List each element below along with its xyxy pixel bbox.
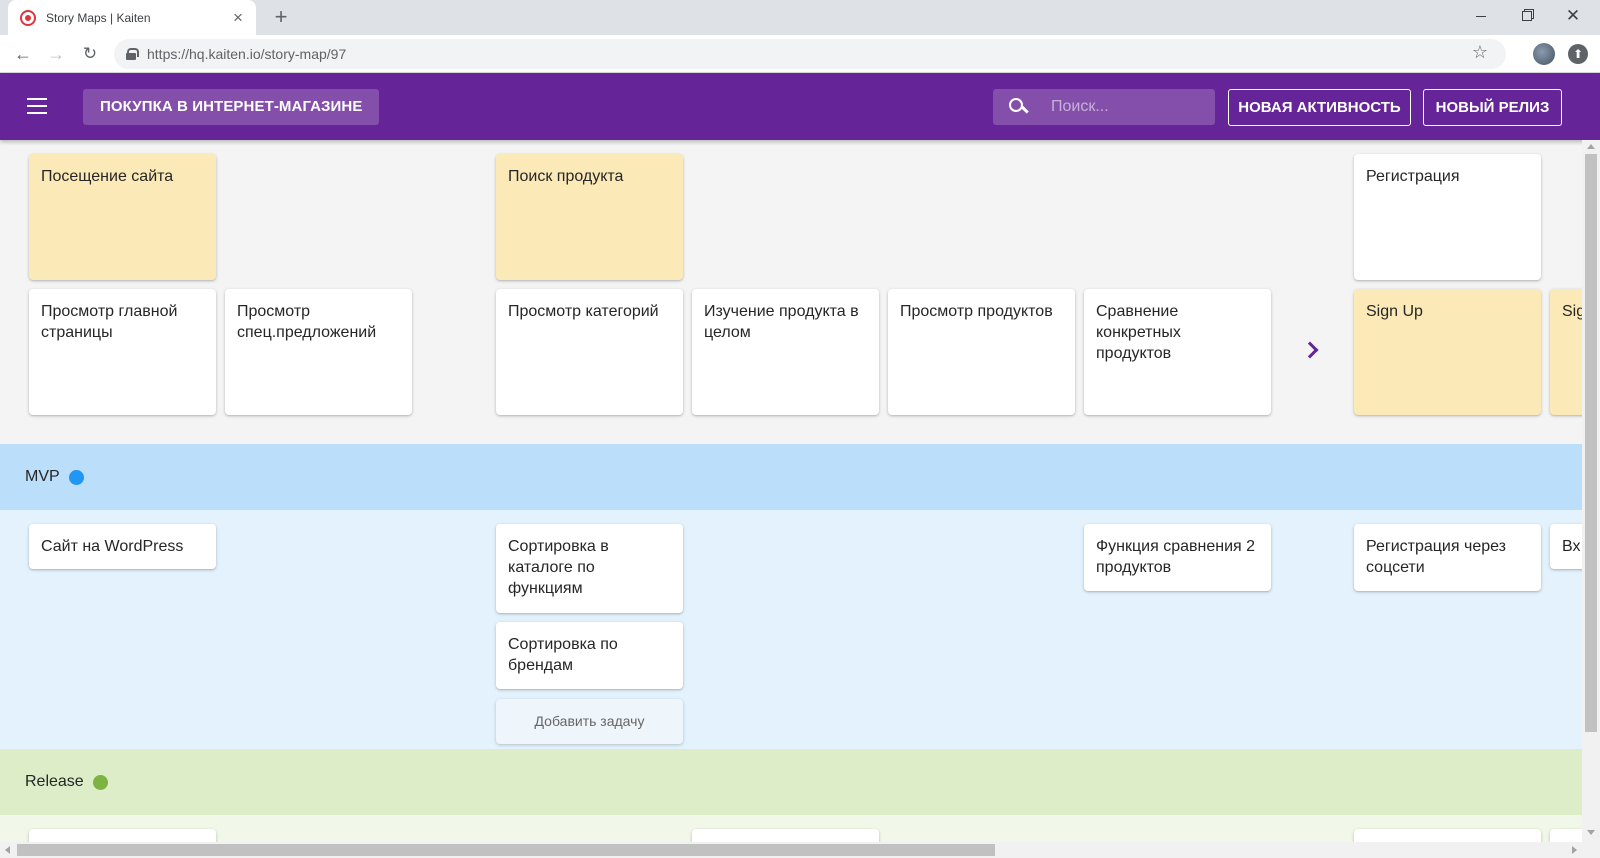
task-card[interactable] xyxy=(1354,829,1541,842)
story-map-title-button[interactable]: ПОКУПКА В ИНТЕРНЕТ-МАГАЗИНЕ xyxy=(83,89,380,125)
task-card[interactable]: Сортировка в каталоге по функциям xyxy=(496,524,683,613)
extension-icon[interactable]: ⬆ xyxy=(1568,44,1588,64)
activity-card[interactable]: Регистрация xyxy=(1354,154,1541,280)
step-card[interactable]: Изучение продукта в целом xyxy=(692,289,879,415)
step-card[interactable]: Sign Up xyxy=(1354,289,1541,415)
task-card[interactable]: Регистрация через соцсети xyxy=(1354,524,1541,591)
minimize-icon xyxy=(1476,15,1486,17)
release-name: MVP xyxy=(25,468,60,485)
url-text: https://hq.kaiten.io/story-map/97 xyxy=(147,46,346,62)
reload-button[interactable]: ↻ xyxy=(77,41,103,67)
release-header-release[interactable]: Release xyxy=(0,749,1582,815)
activity-card[interactable]: Посещение сайта xyxy=(29,154,216,280)
bookmark-star-icon[interactable]: ☆ xyxy=(1472,42,1488,63)
tab-title: Story Maps | Kaiten xyxy=(46,10,151,25)
forward-button[interactable]: → xyxy=(43,41,69,67)
browser-toolbar: ← → ↻ https://hq.kaiten.io/story-map/97 … xyxy=(0,35,1600,73)
release-lane-mvp xyxy=(0,510,1582,749)
task-card[interactable]: Вх xyxy=(1550,524,1582,569)
step-card[interactable]: Просмотр категорий xyxy=(496,289,683,415)
step-card[interactable]: Сравнение конкретных продуктов xyxy=(1084,289,1271,415)
kaiten-favicon-icon xyxy=(20,9,36,26)
step-card[interactable]: Просмотр главной страницы xyxy=(29,289,216,415)
chevron-right-icon[interactable] xyxy=(1302,340,1322,360)
url-host: https://hq.kaiten.io xyxy=(147,46,261,62)
app-header: ПОКУПКА В ИНТЕРНЕТ-МАГАЗИНЕ НОВАЯ АКТИВН… xyxy=(0,73,1600,140)
release-status-dot xyxy=(92,774,108,790)
browser-tabstrip: Story Maps | Kaiten × + ✕ xyxy=(0,0,1600,35)
task-card[interactable] xyxy=(29,829,216,842)
task-card[interactable] xyxy=(1550,829,1582,842)
new-tab-button[interactable]: + xyxy=(269,5,293,29)
browser-tab[interactable]: Story Maps | Kaiten × xyxy=(8,0,256,35)
search-icon xyxy=(1009,98,1027,116)
restore-icon xyxy=(1522,11,1532,21)
close-window-button[interactable]: ✕ xyxy=(1550,0,1596,32)
address-bar[interactable]: https://hq.kaiten.io/story-map/97 ☆ xyxy=(114,39,1506,69)
search-input[interactable] xyxy=(1051,98,1201,116)
release-status-dot xyxy=(68,469,84,485)
close-tab-icon[interactable]: × xyxy=(230,9,246,26)
task-card[interactable] xyxy=(692,829,879,842)
search-box[interactable] xyxy=(993,89,1215,125)
back-button[interactable]: ← xyxy=(10,41,36,67)
maximize-button[interactable] xyxy=(1504,0,1550,32)
step-card[interactable]: Просмотр спец.предложений xyxy=(225,289,412,415)
activity-card[interactable]: Поиск продукта xyxy=(496,154,683,280)
scroll-right-arrow-icon[interactable] xyxy=(1572,846,1577,854)
profile-avatar[interactable] xyxy=(1533,43,1555,65)
scroll-up-arrow-icon[interactable] xyxy=(1587,144,1595,149)
new-activity-button[interactable]: НОВАЯ АКТИВНОСТЬ xyxy=(1228,89,1411,126)
task-card[interactable]: Сортировка по брендам xyxy=(496,622,683,689)
horizontal-scroll-thumb[interactable] xyxy=(17,844,995,856)
task-card[interactable]: Сайт на WordPress xyxy=(29,524,216,569)
vertical-scrollbar[interactable] xyxy=(1582,140,1600,842)
scroll-left-arrow-icon[interactable] xyxy=(5,846,10,854)
add-task-button[interactable]: Добавить задачу xyxy=(496,699,683,744)
step-card[interactable]: Sig xyxy=(1550,289,1582,415)
release-header-mvp[interactable]: MVP xyxy=(0,444,1582,510)
lock-icon xyxy=(126,48,139,60)
scroll-down-arrow-icon[interactable] xyxy=(1587,830,1595,835)
horizontal-scrollbar[interactable] xyxy=(0,842,1600,858)
new-release-button[interactable]: НОВЫЙ РЕЛИЗ xyxy=(1423,89,1562,126)
step-card[interactable]: Просмотр продуктов xyxy=(888,289,1075,415)
vertical-scroll-thumb[interactable] xyxy=(1585,154,1597,732)
menu-icon[interactable] xyxy=(27,98,47,114)
minimize-button[interactable] xyxy=(1458,0,1504,32)
story-map-board: Посещение сайта Поиск продукта Регистрац… xyxy=(0,140,1582,842)
release-name: Release xyxy=(25,773,84,790)
url-path: /story-map/97 xyxy=(260,46,347,62)
task-card[interactable]: Функция сравнения 2 продуктов xyxy=(1084,524,1271,591)
